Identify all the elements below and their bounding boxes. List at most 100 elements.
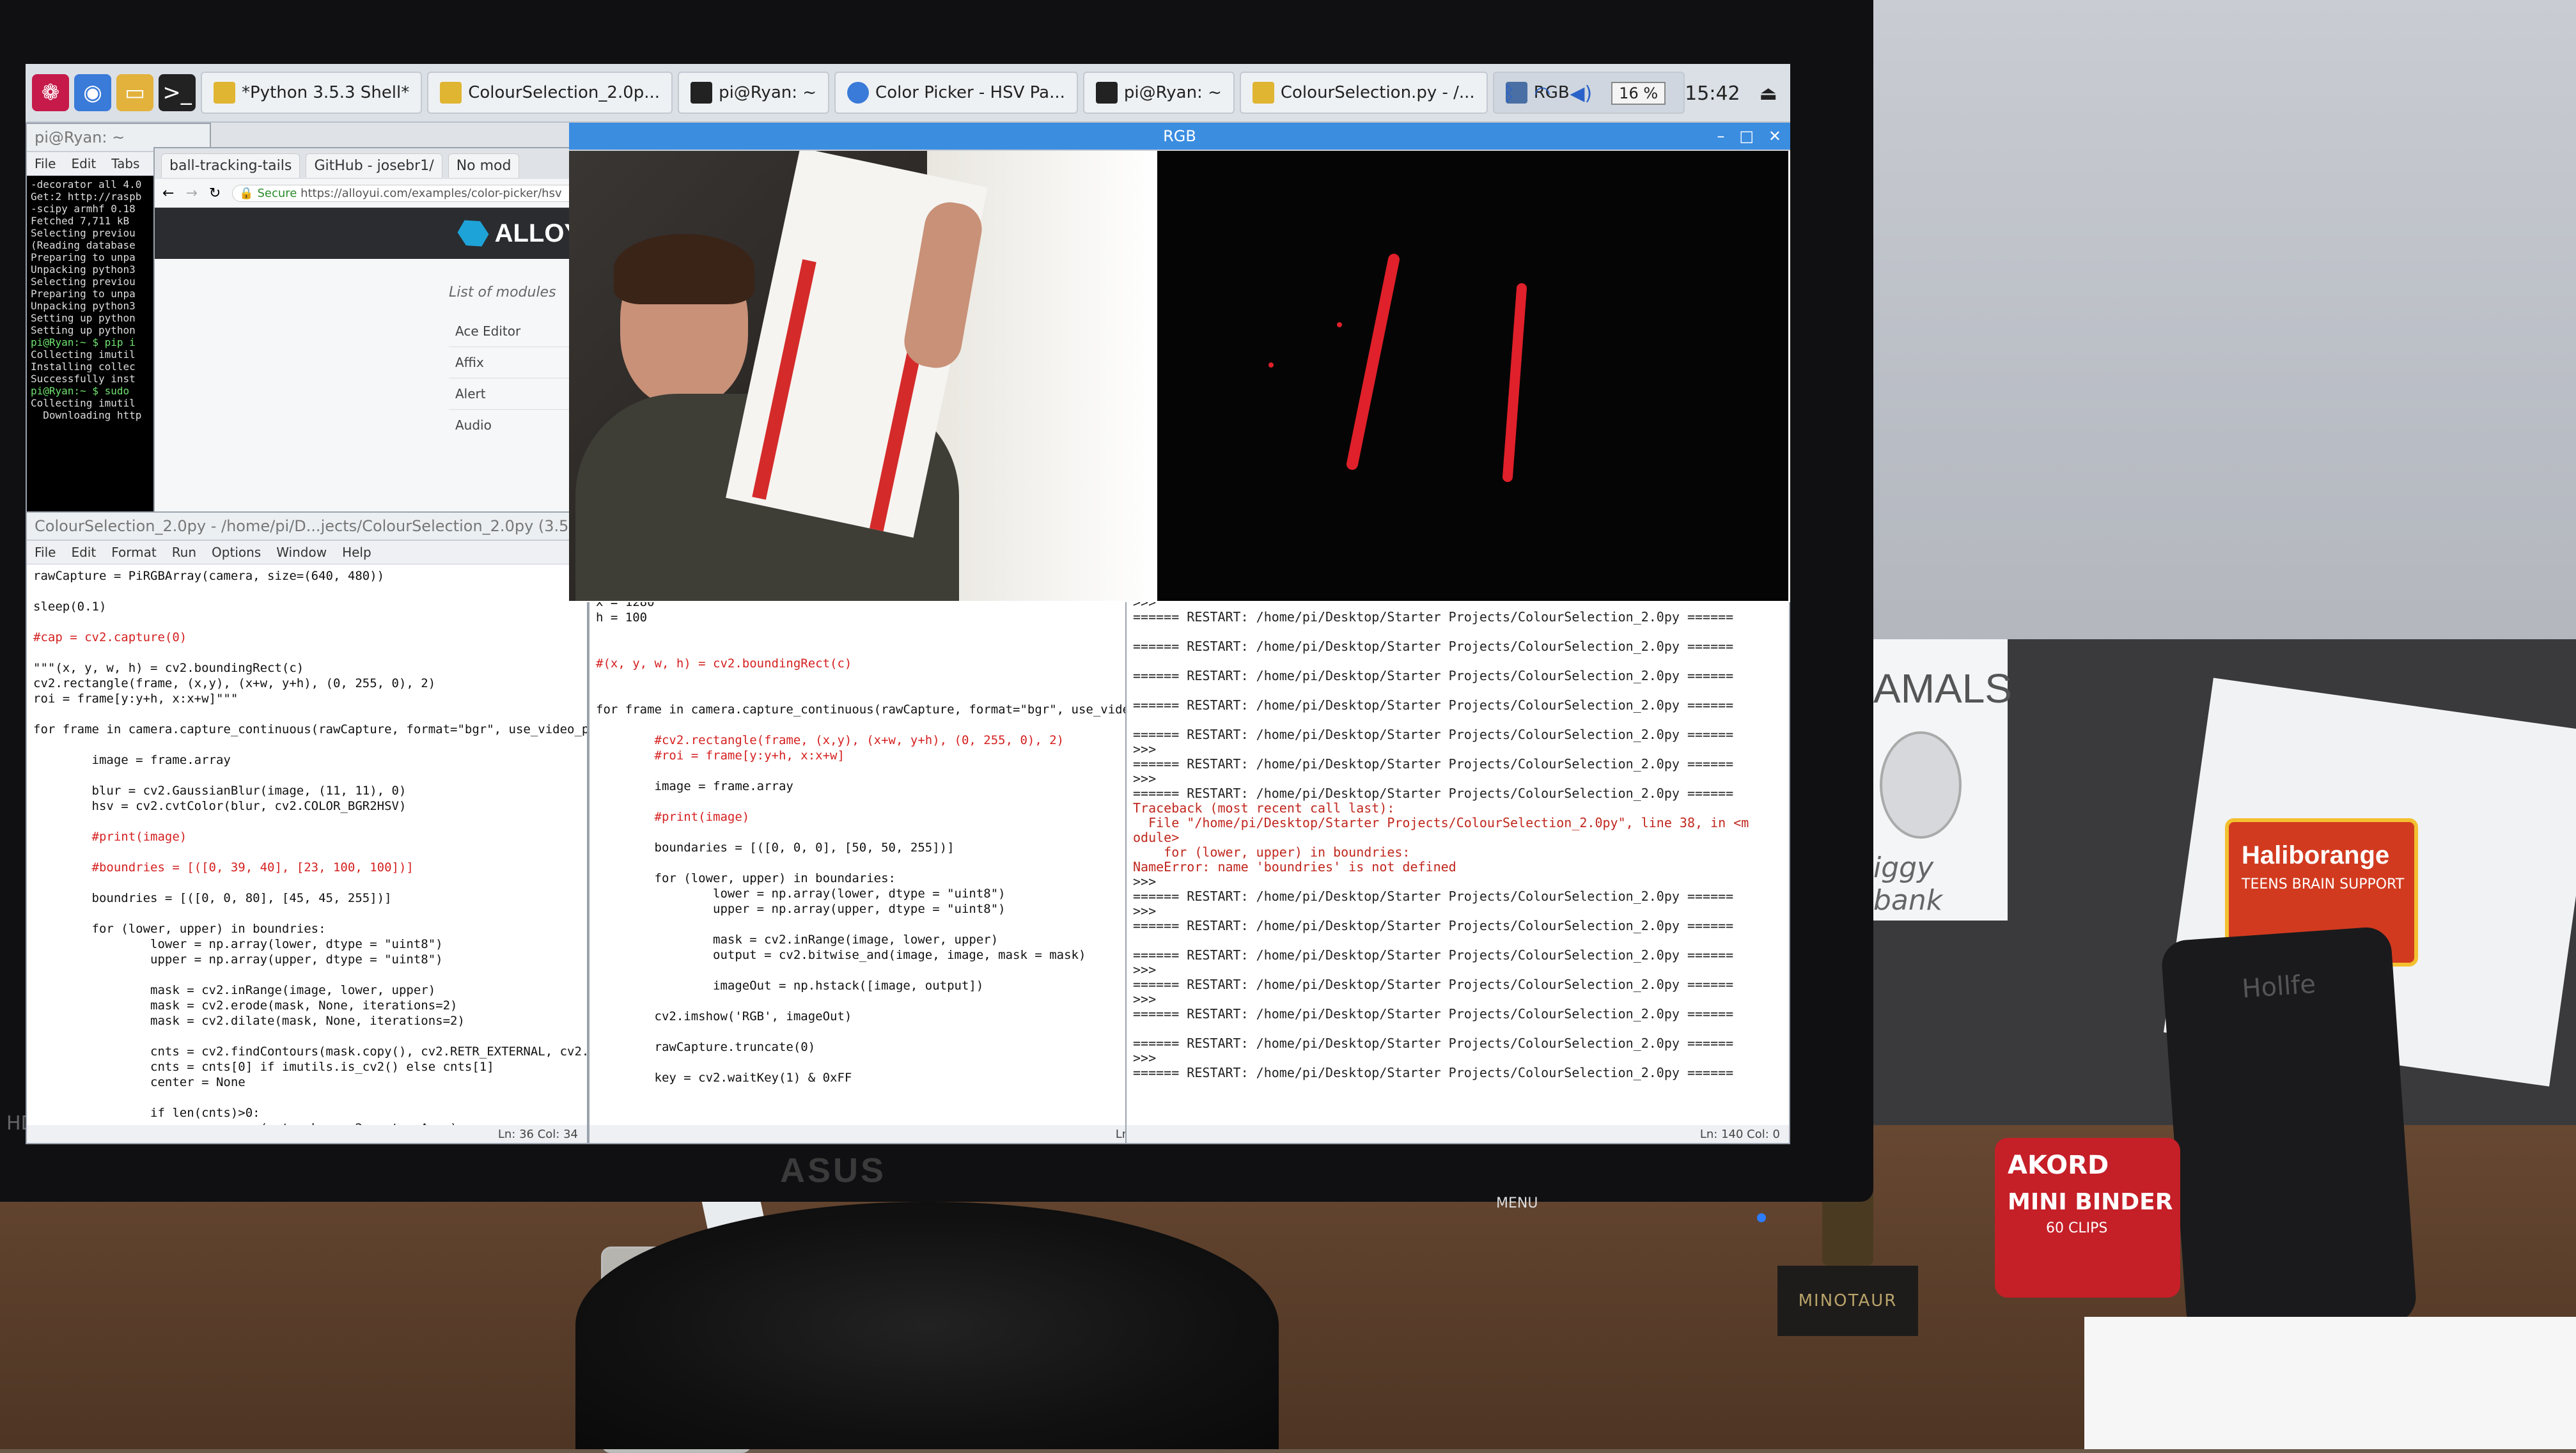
web-browser-icon[interactable]: ◉ [74, 74, 111, 111]
close-icon[interactable]: ✕ [1768, 127, 1781, 145]
mask-stripe [1503, 283, 1527, 482]
raspberry-menu-icon[interactable]: ❁ [32, 74, 69, 111]
shell-line: ====== RESTART: /home/pi/Desktop/Starter… [1133, 697, 1734, 713]
lock-icon: 🔒 [239, 186, 254, 200]
binder-text: MINI BINDER C [2008, 1189, 2180, 1215]
code-line: cv2.imshow('RGB', imageOut) [596, 1009, 852, 1023]
code-line: for frame in camera.capture_continuous(r… [596, 703, 1137, 717]
menu-options[interactable]: Options [212, 545, 261, 560]
reload-icon[interactable]: ↻ [209, 185, 221, 201]
chromium-icon [847, 82, 870, 104]
back-icon[interactable]: ← [162, 185, 174, 201]
python-icon [214, 82, 235, 104]
minimize-icon[interactable]: – [1717, 127, 1724, 145]
code-line: cnts = cnts[0] if imutils.is_cv2() else … [33, 1060, 494, 1074]
shell-output[interactable]: ====== RESTART: /home/pi/Desktop/Starter… [1127, 577, 1789, 1084]
browser-tab-ball-tracking[interactable]: ball-tracking-tails [161, 153, 301, 178]
shell-line: ====== RESTART: /home/pi/Desktop/Starter… [1133, 1006, 1734, 1022]
editor-left-menubar: File Edit Format Run Options Window Help [27, 541, 587, 564]
alloy-header: ALLOYU [155, 208, 613, 259]
poster-text: AMALS [1873, 665, 2012, 711]
rgb-image [569, 151, 1790, 602]
taskbar-item-terminal-1[interactable]: pi@Ryan: ~ [678, 72, 830, 114]
code-line: #boundries = [([0, 39, 40], [23, 100, 10… [33, 860, 414, 874]
python-shell-window[interactable]: ====== RESTART: /home/pi/Desktop/Starter… [1125, 575, 1790, 1144]
statue-base: MINOTAUR [1777, 1266, 1918, 1336]
python-icon [1252, 82, 1274, 104]
browser-tab-no-mod[interactable]: No mod [448, 153, 520, 178]
poster: AMALS iggy bank [1867, 639, 2012, 921]
menu-run[interactable]: Run [172, 545, 196, 560]
shell-line: for (lower, upper) in boundries: [1133, 844, 1410, 860]
secure-label: Secure [257, 186, 297, 200]
taskbar-item-color-picker[interactable]: Color Picker - HSV Pa... [834, 72, 1078, 114]
menu-help[interactable]: Help [342, 545, 371, 560]
rgb-window[interactable]: RGB – □ ✕ [569, 123, 1790, 602]
taskbar-item-colourselection2[interactable]: ColourSelection_2.0p... [427, 72, 673, 114]
terminal-icon[interactable]: >_ [159, 74, 196, 111]
browser-window[interactable]: ball-tracking-tails GitHub - josebr1/ No… [153, 147, 614, 524]
code-line: key = cv2.waitKey(1) & 0xFF [596, 1071, 852, 1085]
taskbar-item-colourselection[interactable]: ColourSelection.py - /... [1239, 72, 1488, 114]
eject-icon[interactable]: ⏏ [1760, 82, 1777, 105]
cursor-position: Ln: 140 Col: 0 [1699, 1127, 1780, 1141]
shell-line: ====== RESTART: /home/pi/Desktop/Starter… [1133, 1036, 1734, 1051]
shell-line: >>> [1133, 991, 1157, 1007]
menu-file[interactable]: File [35, 156, 56, 171]
wifi-icon[interactable]: ◠ [1534, 82, 1550, 105]
code-line: upper = np.array(upper, dtype = "uint8") [596, 902, 1006, 916]
editor-left-window[interactable]: ColourSelection_2.0py - /home/pi/D...jec… [26, 511, 588, 1144]
taskbar-item-label: pi@Ryan: ~ [719, 83, 817, 102]
vitamin-sub: TEENS BRAIN SUPPORT [2242, 876, 2405, 892]
menu-file[interactable]: File [35, 545, 56, 560]
menu-format[interactable]: Format [111, 545, 156, 560]
screen: ❁ ◉ ▭ >_ *Python 3.5.3 Shell* ColourSele… [26, 64, 1790, 1144]
menu-edit[interactable]: Edit [71, 545, 96, 560]
rgb-titlebar[interactable]: RGB – □ ✕ [569, 123, 1790, 151]
taskbar-item-python-shell[interactable]: *Python 3.5.3 Shell* [201, 72, 423, 114]
code-line: image = frame.array [33, 753, 231, 767]
binder-brand: AKORD [2008, 1151, 2109, 1180]
browser-tab-github[interactable]: GitHub - josebr1/ [306, 153, 442, 178]
address-bar[interactable]: 🔒 Secure https://alloyui.com/examples/co… [232, 184, 613, 202]
window-controls: – □ ✕ [1717, 127, 1781, 145]
shell-line: ====== RESTART: /home/pi/Desktop/Starter… [1133, 1065, 1734, 1080]
monitor-stand [575, 1202, 1279, 1449]
monitor-menu-button[interactable]: MENU [1496, 1195, 1538, 1211]
code-line: boundries = [([0, 0, 80], [45, 45, 255])… [33, 891, 392, 905]
editor-left-code[interactable]: rawCapture = PiRGBArray(camera, size=(64… [27, 564, 588, 1143]
editor-mid-window[interactable]: y = 0x = 1280h = 100 #(x, y, w, h) = cv2… [588, 575, 1151, 1144]
forward-icon[interactable]: → [185, 185, 197, 201]
taskbar-item-terminal-2[interactable]: pi@Ryan: ~ [1082, 72, 1235, 114]
menu-tabs[interactable]: Tabs [111, 156, 139, 171]
menu-edit[interactable]: Edit [71, 156, 96, 171]
menu-window[interactable]: Window [276, 545, 327, 560]
vitamin-brand: Haliborange [2242, 841, 2390, 869]
code-line: boundaries = [([0, 0, 0], [50, 50, 255])… [596, 841, 955, 855]
code-line: upper = np.array(upper, dtype = "uint8") [33, 952, 443, 967]
maximize-icon[interactable]: □ [1739, 127, 1754, 145]
taskbar-item-label: pi@Ryan: ~ [1123, 83, 1222, 102]
bluetooth-icon[interactable]: ᛒ [1503, 82, 1515, 105]
editor-left-titlebar[interactable]: ColourSelection_2.0py - /home/pi/D...jec… [27, 513, 587, 541]
volume-icon[interactable]: ◀) [1570, 82, 1592, 105]
shell-line: ====== RESTART: /home/pi/Desktop/Starter… [1133, 639, 1734, 654]
code-line: for frame in camera.capture_continuous(r… [33, 722, 588, 736]
editor-mid-code[interactable]: y = 0x = 1280h = 100 #(x, y, w, h) = cv2… [589, 575, 1150, 1089]
file-manager-icon[interactable]: ▭ [116, 74, 153, 111]
